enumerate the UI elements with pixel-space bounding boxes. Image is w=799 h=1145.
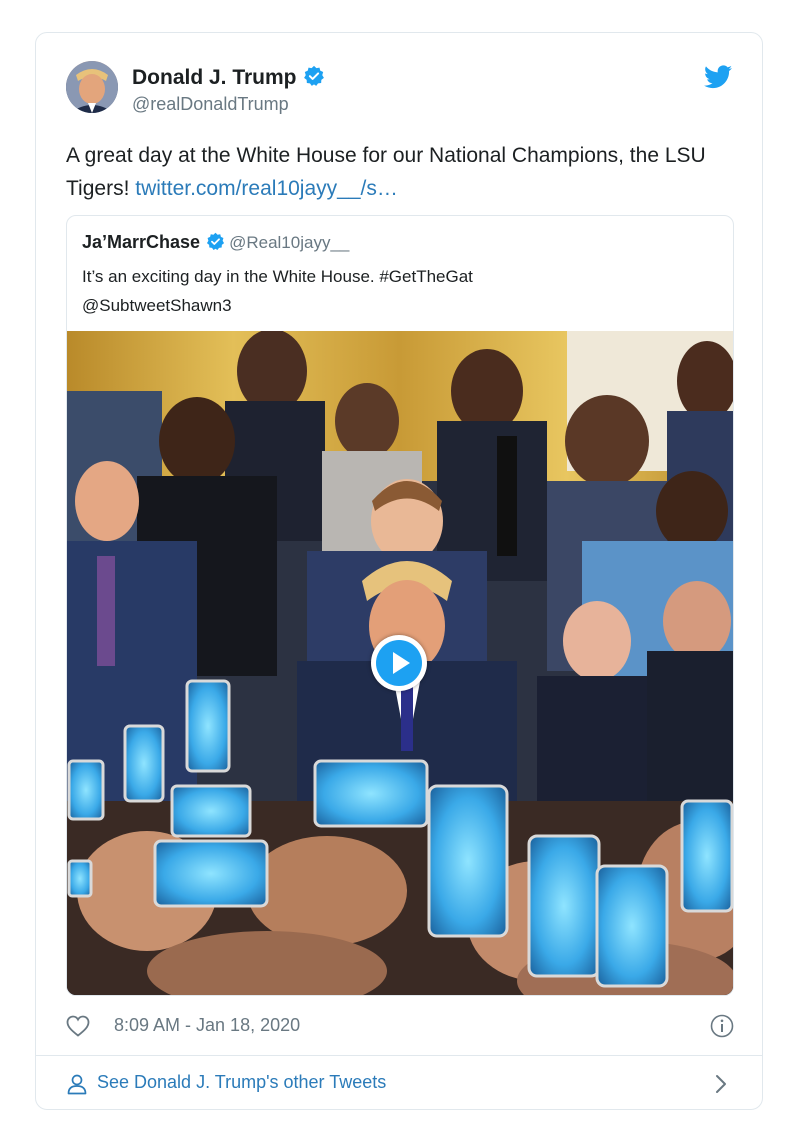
verified-badge-icon <box>303 65 325 93</box>
quoted-tweet[interactable]: Ja’MarrChase @Real10jayy__ It’s an exciti… <box>66 215 734 996</box>
tweet-text: A great day at the White House for our N… <box>66 139 736 205</box>
twitter-bird-icon[interactable] <box>704 65 732 94</box>
heart-icon[interactable] <box>66 1015 90 1042</box>
author-name[interactable]: Donald J. Trump <box>132 65 325 93</box>
quoted-tweet-header: Ja’MarrChase @Real10jayy__ <box>82 232 349 256</box>
quoted-text-line-1: It’s an exciting day in the White House.… <box>82 267 473 286</box>
play-button[interactable] <box>371 635 427 691</box>
embedded-tweet-card: Donald J. Trump @realDonaldTrump A great… <box>35 32 763 1110</box>
tweet-link[interactable]: twitter.com/real10jayy__/s… <box>135 177 398 200</box>
person-icon <box>66 1073 88 1100</box>
author-handle[interactable]: @realDonaldTrump <box>132 94 289 115</box>
author-name-text: Donald J. Trump <box>132 66 297 89</box>
tweet-meta: 8:09 AM - Jan 18, 2020 <box>66 1013 734 1041</box>
author-avatar[interactable] <box>66 61 118 113</box>
info-icon[interactable] <box>710 1014 734 1043</box>
quoted-text-line-2: @SubtweetShawn3 <box>82 296 232 315</box>
other-tweets-label: See Donald J. Trump's other Tweets <box>97 1072 387 1092</box>
quoted-author-name: Ja’MarrChase <box>82 232 201 252</box>
tweet-timestamp[interactable]: 8:09 AM - Jan 18, 2020 <box>114 1015 300 1036</box>
play-icon <box>376 640 422 686</box>
quoted-author-handle: @Real10jayy__ <box>229 233 350 252</box>
video-thumbnail[interactable] <box>67 331 733 995</box>
chevron-right-icon <box>714 1073 728 1100</box>
quoted-tweet-text: It’s an exciting day in the White House.… <box>82 262 712 320</box>
other-tweets-link[interactable]: See Donald J. Trump's other Tweets <box>36 1055 762 1110</box>
verified-badge-icon <box>206 232 225 256</box>
